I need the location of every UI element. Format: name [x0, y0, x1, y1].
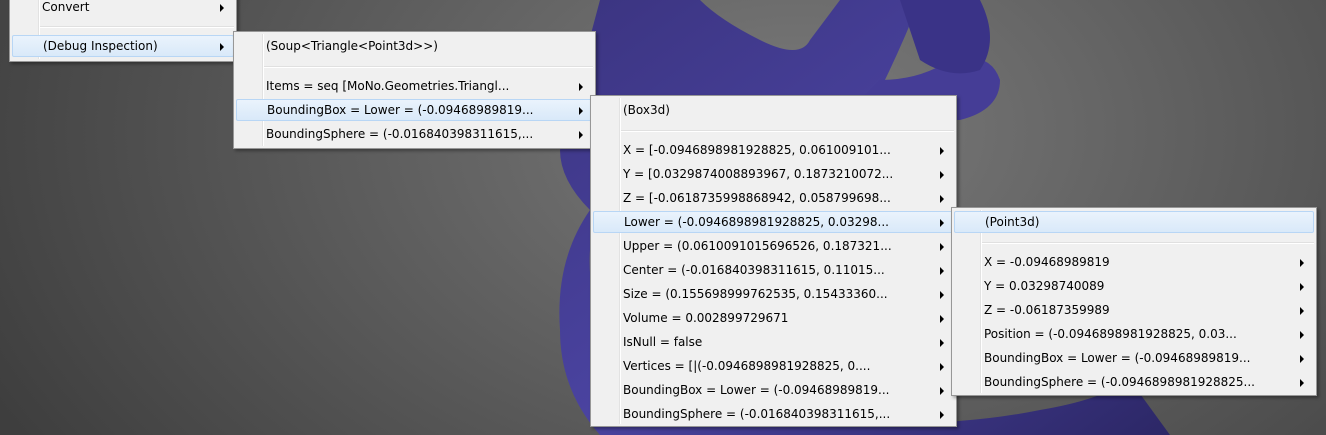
submenu-arrow-icon [940, 219, 944, 227]
menu-header-label: (Box3d) [623, 103, 670, 117]
menu-item-label: X = -0.09468989819 [984, 255, 1110, 269]
menu-header-point3d[interactable]: (Point3d) [954, 211, 1314, 233]
menu-separator [40, 26, 234, 28]
menu-item-label: Items = seq [MoNo.Geometries.Triangl... [266, 79, 510, 93]
menu-item-label: IsNull = false [623, 335, 703, 349]
menu-item-label: BoundingSphere = (-0.016840398311615,... [623, 407, 891, 421]
menu-item-z[interactable]: Z = -0.06187359989 [954, 299, 1314, 321]
menu-item-label: Y = 0.03298740089 [984, 279, 1105, 293]
menu-item-volume[interactable]: Volume = 0.002899729671 [593, 307, 954, 329]
menu-item-z[interactable]: Z = [-0.0618735998868942, 0.058799698... [593, 187, 954, 209]
submenu-arrow-icon [940, 363, 944, 371]
menu-item-isnull[interactable]: IsNull = false [593, 331, 954, 353]
menu-item-x[interactable]: X = -0.09468989819 [954, 251, 1314, 273]
menu-item-center[interactable]: Center = (-0.016840398311615, 0.11015... [593, 259, 954, 281]
menu-item-boundingsphere[interactable]: BoundingSphere = (-0.016840398311615,... [593, 403, 954, 425]
menu-item-label: Size = (0.155698999762535, 0.15433360... [623, 287, 888, 301]
submenu-arrow-icon [1300, 259, 1304, 267]
submenu-arrow-icon [940, 267, 944, 275]
menu-item-label: BoundingBox = Lower = (-0.09468989819... [267, 103, 534, 117]
submenu-arrow-icon [940, 315, 944, 323]
submenu-arrow-icon [940, 171, 944, 179]
menu-header-label: (Point3d) [985, 215, 1040, 229]
submenu-arrow-icon [220, 4, 224, 12]
menu-item-label: Lower = (-0.0946898981928825, 0.03298... [624, 215, 889, 229]
submenu-arrow-icon [940, 291, 944, 299]
submenu-arrow-icon [1300, 331, 1304, 339]
menu-item-label: Vertices = [|(-0.0946898981928825, 0.... [623, 359, 871, 373]
menu-item-label: Volume = 0.002899729671 [623, 311, 789, 325]
menu-item-label: BoundingSphere = (-0.016840398311615,... [266, 127, 534, 141]
debug-inspection-submenu: (Soup<Triangle<Point3d>>) Items = seq [M… [233, 31, 596, 149]
menu-item-label: (Debug Inspection) [43, 39, 158, 53]
submenu-arrow-icon [579, 107, 583, 115]
menu-item-debug-inspection[interactable]: (Debug Inspection) [12, 35, 234, 57]
menu-item-items[interactable]: Items = seq [MoNo.Geometries.Triangl... [236, 75, 593, 97]
submenu-arrow-icon [1300, 379, 1304, 387]
menu-separator [982, 242, 1314, 244]
context-menu: Convert (Debug Inspection) [9, 0, 237, 62]
submenu-arrow-icon [1300, 355, 1304, 363]
menu-item-label: BoundingSphere = (-0.0946898981928825... [984, 375, 1255, 389]
menu-header-label: (Soup<Triangle<Point3d>>) [266, 39, 438, 53]
menu-item-position[interactable]: Position = (-0.0946898981928825, 0.03... [954, 323, 1314, 345]
submenu-arrow-icon [940, 339, 944, 347]
menu-item-y[interactable]: Y = 0.03298740089 [954, 275, 1314, 297]
menu-item-size[interactable]: Size = (0.155698999762535, 0.15433360... [593, 283, 954, 305]
menu-item-label: Convert [42, 0, 90, 14]
menu-item-lower[interactable]: Lower = (-0.0946898981928825, 0.03298... [593, 211, 954, 233]
menu-item-convert[interactable]: Convert [12, 0, 234, 18]
menu-item-label: Y = [0.0329874008893967, 0.1873210072... [623, 167, 894, 181]
menu-header-soup[interactable]: (Soup<Triangle<Point3d>>) [236, 35, 593, 57]
menu-header-box3d[interactable]: (Box3d) [593, 99, 954, 121]
menu-item-label: X = [-0.0946898981928825, 0.061009101... [623, 143, 891, 157]
submenu-arrow-icon [1300, 307, 1304, 315]
submenu-arrow-icon [579, 83, 583, 91]
box3d-submenu: (Box3d) X = [-0.0946898981928825, 0.0610… [590, 95, 957, 427]
menu-item-label: BoundingBox = Lower = (-0.09468989819... [623, 383, 890, 397]
point3d-submenu: (Point3d) X = -0.09468989819 Y = 0.03298… [951, 207, 1317, 396]
menu-item-label: Z = [-0.0618735998868942, 0.058799698... [623, 191, 891, 205]
menu-item-label: Z = -0.06187359989 [984, 303, 1110, 317]
submenu-arrow-icon [940, 243, 944, 251]
menu-item-label: Center = (-0.016840398311615, 0.11015... [623, 263, 885, 277]
menu-item-x[interactable]: X = [-0.0946898981928825, 0.061009101... [593, 139, 954, 161]
menu-item-boundingbox[interactable]: BoundingBox = Lower = (-0.09468989819... [593, 379, 954, 401]
menu-item-boundingbox[interactable]: BoundingBox = Lower = (-0.09468989819... [954, 347, 1314, 369]
menu-separator [264, 66, 593, 68]
menu-item-boundingsphere[interactable]: BoundingSphere = (-0.016840398311615,... [236, 123, 593, 145]
submenu-arrow-icon [940, 147, 944, 155]
submenu-arrow-icon [940, 387, 944, 395]
menu-item-label: BoundingBox = Lower = (-0.09468989819... [984, 351, 1251, 365]
submenu-arrow-icon [940, 411, 944, 419]
menu-item-boundingsphere[interactable]: BoundingSphere = (-0.0946898981928825... [954, 371, 1314, 393]
menu-item-boundingbox[interactable]: BoundingBox = Lower = (-0.09468989819... [236, 99, 593, 121]
menu-item-upper[interactable]: Upper = (0.0610091015696526, 0.187321... [593, 235, 954, 257]
menu-item-y[interactable]: Y = [0.0329874008893967, 0.1873210072... [593, 163, 954, 185]
submenu-arrow-icon [579, 131, 583, 139]
menu-separator [621, 130, 954, 132]
submenu-arrow-icon [220, 43, 224, 51]
menu-item-vertices[interactable]: Vertices = [|(-0.0946898981928825, 0.... [593, 355, 954, 377]
menu-item-label: Position = (-0.0946898981928825, 0.03... [984, 327, 1237, 341]
submenu-arrow-icon [940, 195, 944, 203]
submenu-arrow-icon [1300, 283, 1304, 291]
menu-item-label: Upper = (0.0610091015696526, 0.187321... [623, 239, 892, 253]
